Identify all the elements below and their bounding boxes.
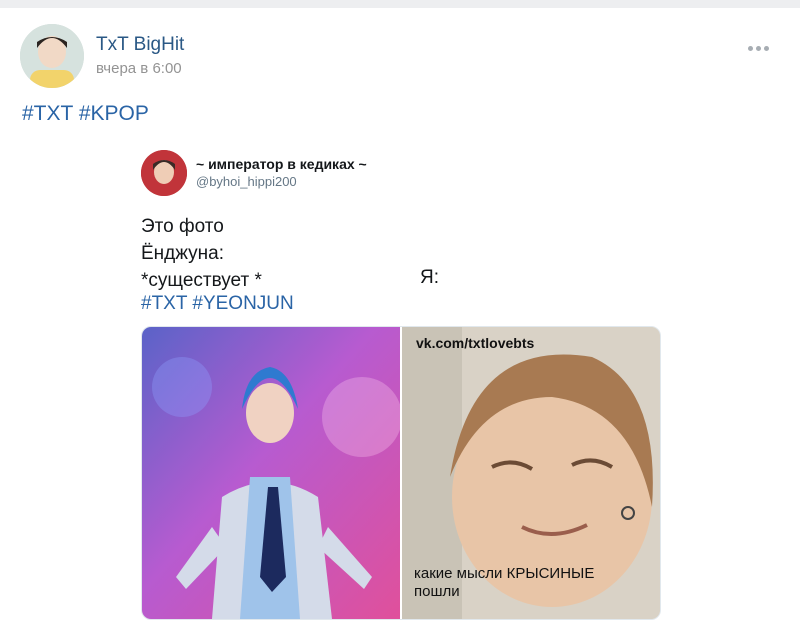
more-dots-icon[interactable] bbox=[748, 38, 774, 51]
tweet-text: Это фото Ёнджуна: *существует * bbox=[141, 213, 262, 294]
tweet-hashtags: #TXT #YEONJUN bbox=[141, 293, 294, 315]
meme-photo[interactable]: vk.com/txtlovebts какие мысли КРЫСИНЫЕ п… bbox=[402, 327, 660, 619]
meme-watermark: vk.com/txtlovebts bbox=[416, 335, 535, 351]
concert-photo[interactable] bbox=[142, 327, 400, 619]
tweet-avatar-image bbox=[141, 150, 187, 196]
author-name[interactable]: TxT BigHit bbox=[96, 34, 184, 56]
tweet-line: Ёнджуна: bbox=[141, 243, 225, 264]
hashtag-yeonjun[interactable]: #YEONJUN bbox=[192, 293, 293, 314]
tweet-line: Это фото bbox=[141, 216, 224, 237]
post-hashtags: #TXT #KPOP bbox=[22, 102, 149, 126]
tweet-handle: @byhoi_hippi200 bbox=[196, 174, 297, 189]
hashtag-txt[interactable]: #TXT bbox=[22, 102, 73, 125]
hashtag-txt[interactable]: #TXT bbox=[141, 293, 187, 314]
top-bar bbox=[0, 0, 800, 8]
tweet-reply-label: Я: bbox=[420, 267, 439, 288]
tweet-media[interactable]: vk.com/txtlovebts какие мысли КРЫСИНЫЕ п… bbox=[141, 326, 661, 620]
concert-photo-image bbox=[142, 327, 400, 619]
meme-caption-line: какие мысли КРЫСИНЫЕ bbox=[414, 565, 595, 582]
tweet-display-name: ~ император в кедиках ~ bbox=[196, 156, 367, 172]
meme-caption-line: пошли bbox=[414, 583, 460, 600]
meme-caption: какие мысли КРЫСИНЫЕ пошли bbox=[414, 565, 654, 601]
tweet-avatar bbox=[141, 150, 187, 196]
hashtag-kpop[interactable]: #KPOP bbox=[79, 102, 149, 125]
post-time[interactable]: вчера в 6:00 bbox=[96, 60, 182, 77]
avatar-image bbox=[20, 24, 84, 88]
author-avatar[interactable] bbox=[20, 24, 84, 88]
tweet-line: *существует * bbox=[141, 270, 262, 291]
